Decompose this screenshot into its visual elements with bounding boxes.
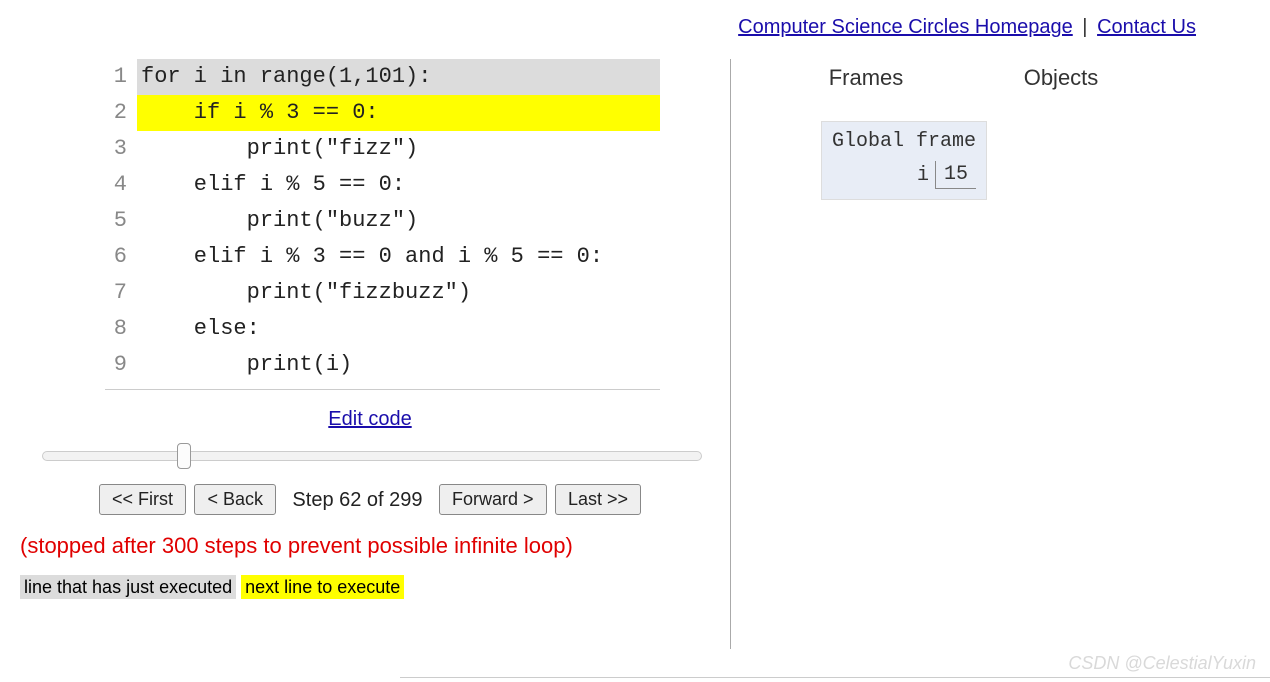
code-line: 4 elif i % 5 == 0: [105,167,660,203]
frames-header: Frames [761,65,971,91]
legend-executed: line that has just executed [20,575,236,599]
code-text: print("fizzbuzz") [137,275,660,311]
bottom-rule [400,677,1270,678]
line-number: 1 [105,59,137,95]
code-text: print(i) [137,347,660,383]
line-number: 7 [105,275,137,311]
variable-row: i 15 [832,161,976,189]
frame-title: Global frame [832,130,976,153]
step-controls: << First < Back Step 62 of 299 Forward >… [20,484,720,515]
code-line: 9 print(i) [105,347,660,383]
top-links: Computer Science Circles Homepage | Cont… [0,0,1270,49]
code-text: print("fizz") [137,131,660,167]
code-text: if i % 3 == 0: [137,95,660,131]
code-line: 2 if i % 3 == 0: [105,95,660,131]
watermark: CSDN @CelestialYuxin [1068,653,1256,674]
pane-divider [730,59,731,649]
line-number: 6 [105,239,137,275]
code-line: 5 print("buzz") [105,203,660,239]
back-button[interactable]: < Back [194,484,276,515]
code-line: 1for i in range(1,101): [105,59,660,95]
code-text: else: [137,311,660,347]
code-text: for i in range(1,101): [137,59,660,95]
left-pane: 1for i in range(1,101):2 if i % 3 == 0:3… [20,59,720,649]
forward-button[interactable]: Forward > [439,484,547,515]
step-slider[interactable] [42,447,702,465]
first-button[interactable]: << First [99,484,186,515]
edit-code-link[interactable]: Edit code [328,408,411,430]
line-number: 5 [105,203,137,239]
code-line: 3 print("fizz") [105,131,660,167]
warning-text: (stopped after 300 steps to prevent poss… [20,533,720,559]
code-line: 8 else: [105,311,660,347]
right-pane: Frames Objects Global frame i 15 [741,59,1270,649]
legend-next: next line to execute [241,575,404,599]
link-separator: | [1077,16,1093,38]
code-text: print("buzz") [137,203,660,239]
code-line: 6 elif i % 3 == 0 and i % 5 == 0: [105,239,660,275]
global-frame: Global frame i 15 [821,121,987,200]
contact-link[interactable]: Contact Us [1097,16,1196,38]
step-label: Step 62 of 299 [292,489,422,512]
objects-header: Objects [971,65,1151,91]
code-text: elif i % 3 == 0 and i % 5 == 0: [137,239,660,275]
code-listing: 1for i in range(1,101):2 if i % 3 == 0:3… [105,59,660,390]
last-button[interactable]: Last >> [555,484,641,515]
line-number: 2 [105,95,137,131]
homepage-link[interactable]: Computer Science Circles Homepage [738,16,1073,38]
variable-value: 15 [935,161,976,189]
code-text: elif i % 5 == 0: [137,167,660,203]
legend: line that has just executed next line to… [20,577,720,598]
line-number: 8 [105,311,137,347]
line-number: 3 [105,131,137,167]
line-number: 4 [105,167,137,203]
code-line: 7 print("fizzbuzz") [105,275,660,311]
line-number: 9 [105,347,137,383]
variable-name: i [917,164,935,187]
